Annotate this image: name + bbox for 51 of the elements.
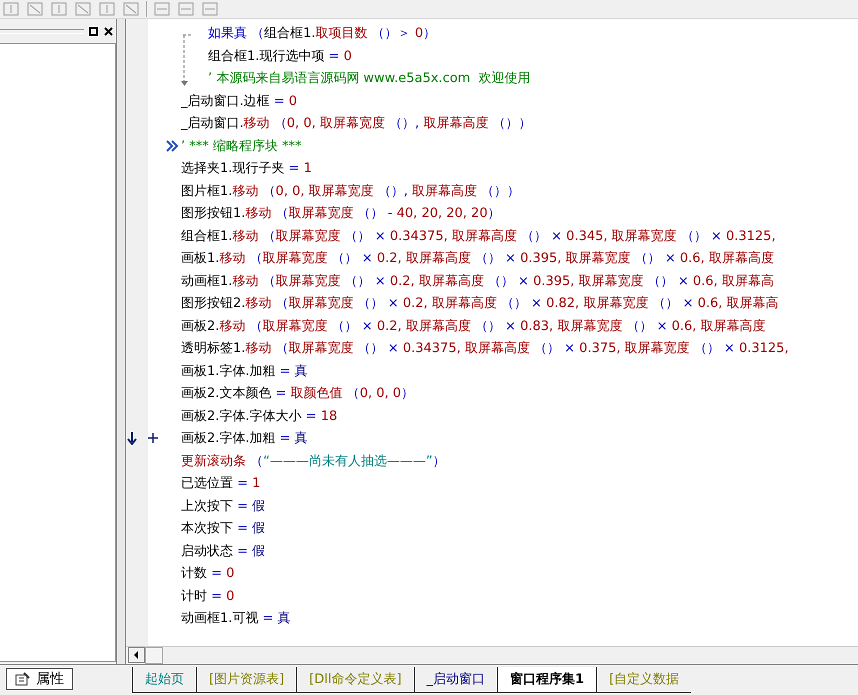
code-line: 画板1.移动 （取屏幕宽度 （） × 0.2, 取屏幕高度 （） × 0.395, 取屏幕宽度 （） × 0.6, 取屏幕高度 [181,251,774,266]
code-line: 上次按下 = 假 [181,498,266,514]
size-icon[interactable] [153,1,171,17]
code-line: _启动窗口.边框 = 0 [181,94,298,109]
code-line: 组合框1.移动 （取屏幕宽度 （） × 0.34375, 取屏幕高度 （） × 0.345, 取屏幕宽度 （） × 0.3125, [181,228,776,244]
code-line: 计数 = 0 [181,566,234,582]
align-icon[interactable] [98,1,116,17]
document-tab[interactable]: [图片资源表] [196,667,296,693]
code-line: 选择夹1.现行子夹 = 1 [181,161,312,176]
code-line: _启动窗口.移动 （0, 0, 取屏幕宽度 （）, 取屏幕高度 （）） [181,116,532,132]
code-line: 图形按钮2.移动 （取屏幕宽度 （） × 0.2, 取屏幕高度 （） × 0.82, 取屏幕宽度 （） × 0.6, 取屏幕高 [181,296,779,312]
code-line: 组合框1.现行选中项 = 0 [208,48,352,64]
code-line: 画板2.文本颜色 = 取颜色值 （0, 0, 0） [181,386,414,402]
code-line: 图片框1.移动 （0, 0, 取屏幕宽度 （）, 取屏幕高度 （）） [181,184,520,199]
restore-icon[interactable] [88,26,99,36]
scroll-thumb[interactable] [145,647,163,664]
document-tab[interactable]: [Dll命令定义表] [296,667,414,693]
scroll-left-icon[interactable] [128,647,145,663]
code-line: 已选位置 = 1 [181,476,260,492]
code-line: 更新滚动条 （“———尚未有人抽选———”） [181,454,446,469]
horizontal-scrollbar[interactable] [126,646,858,664]
document-tab[interactable]: [自定义数据 [596,667,692,693]
align-icon[interactable] [50,1,68,17]
close-icon[interactable] [103,26,114,36]
size-icon[interactable] [177,1,195,17]
document-tab[interactable]: _启动窗口 [414,667,498,693]
code-line: 图形按钮1.移动 （取屏幕宽度 （） - 40, 20, 20, 20） [181,206,501,222]
properties-icon [15,672,31,686]
align-icon[interactable] [74,1,92,17]
code-comment: ’ *** 缩略程序块 *** [181,138,302,154]
double-chevron-icon[interactable] [166,140,179,152]
code-line: 画板2.字体.加粗 = 真 [181,431,308,446]
code-comment: ’ 本源码来自易语言源码网 www.e5a5x.com 欢迎使用 [208,71,531,86]
align-icon[interactable] [2,1,20,17]
code-line: 画板2.移动 （取屏幕宽度 （） × 0.2, 取屏幕高度 （） × 0.83, 取屏幕宽度 （） × 0.6, 取屏幕高度 [181,318,766,334]
code-line: 画板2.字体.字体大小 = 18 [181,408,338,424]
size-icon[interactable] [201,1,219,17]
code-line: 透明标签1.移动 （取屏幕宽度 （） × 0.34375, 取屏幕高度 （） × 0.375, 取屏幕宽度 （） × 0.3125, [181,341,789,356]
code-line: 启动状态 = 假 [181,544,266,559]
align-icon[interactable] [122,1,140,17]
arrow-plus-icon[interactable] [127,431,161,446]
code-line: 画板1.字体.加粗 = 真 [181,364,308,379]
code-line: 本次按下 = 假 [181,521,266,536]
code-line: 如果真 （组合框1.取项目数 （）＞ 0） [208,26,436,42]
document-tab[interactable]: 起始页 [132,667,196,693]
properties-tab[interactable]: 属性 [6,668,73,690]
align-icon[interactable] [26,1,44,17]
code-line: 计时 = 0 [181,588,234,604]
code-line: 动画框1.移动 （取屏幕宽度 （） × 0.2, 取屏幕高度 （） × 0.395, 取屏幕宽度 （） × 0.6, 取屏幕高 [181,274,774,289]
document-tab[interactable]: 窗口程序集1 [497,667,596,693]
code-line: 动画框1.可视 = 真 [181,611,291,626]
